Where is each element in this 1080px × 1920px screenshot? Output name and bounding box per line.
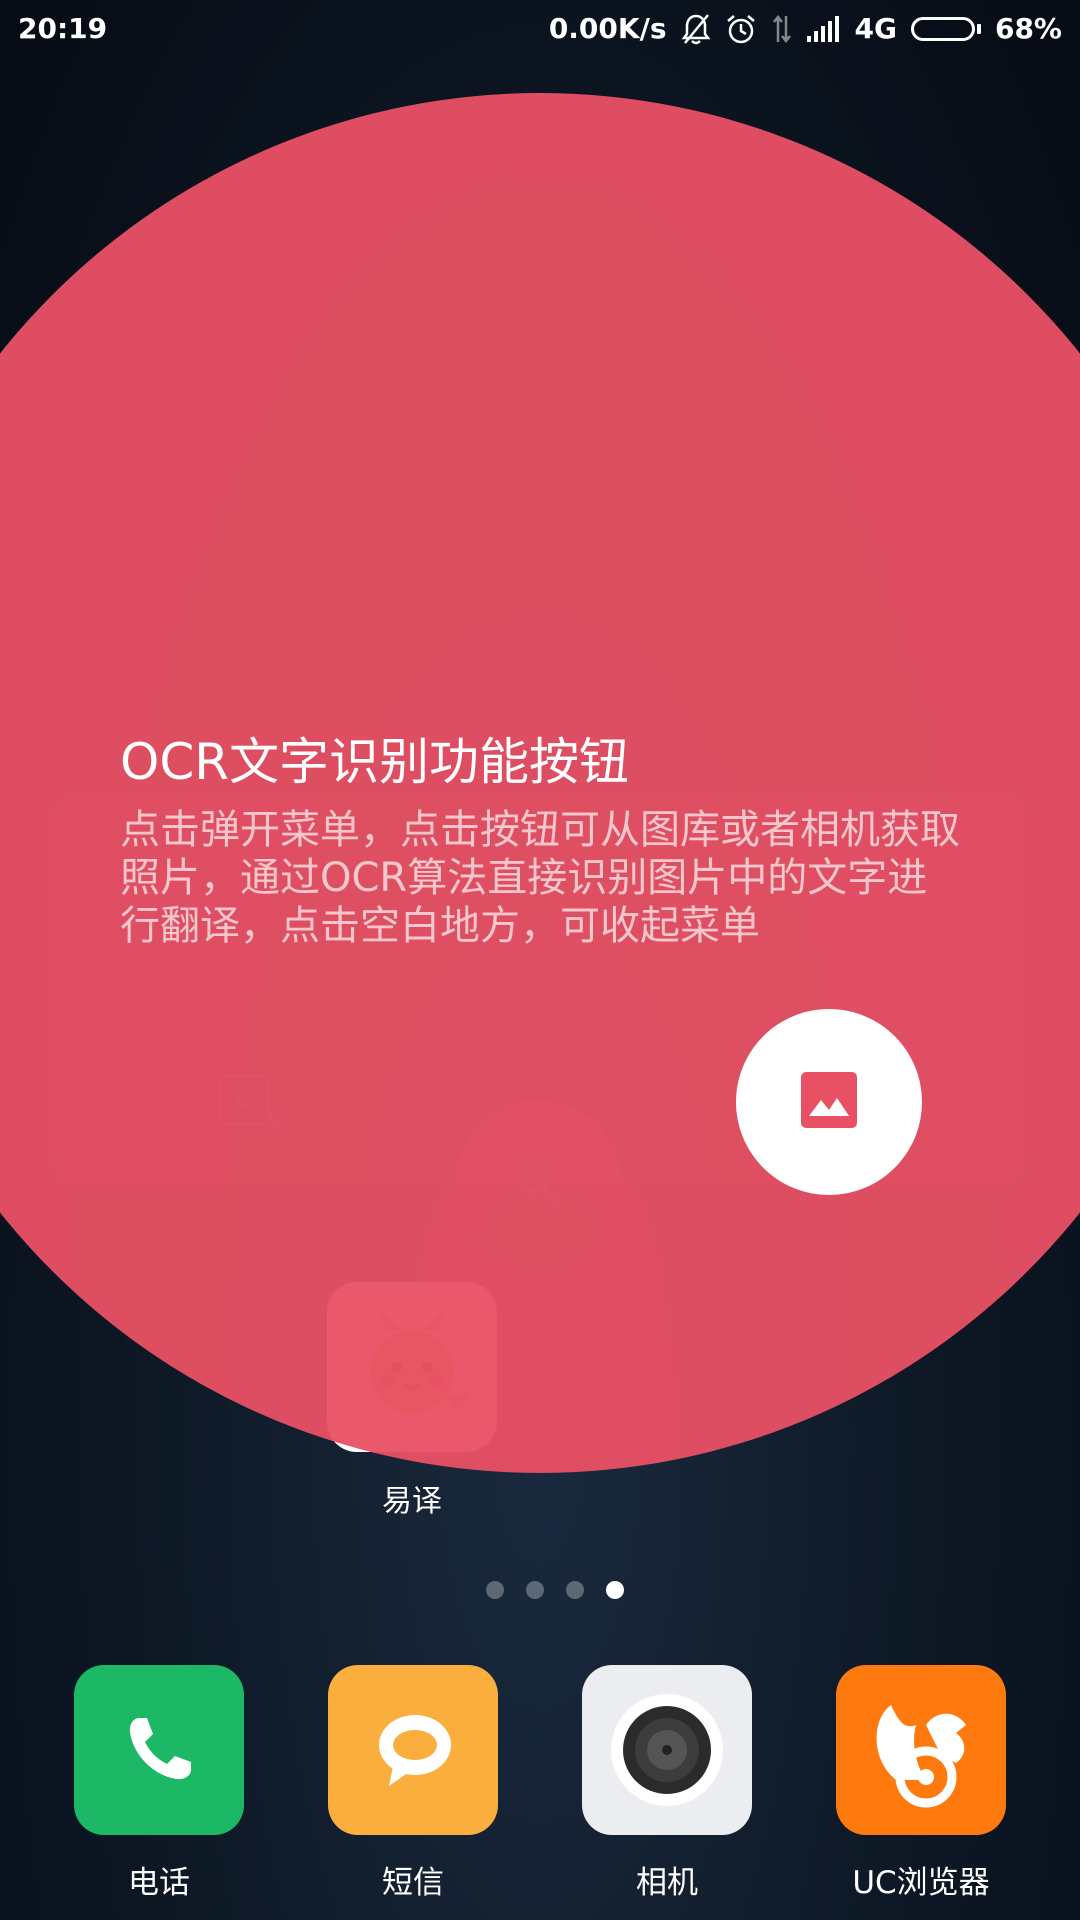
dock-label: 电话 <box>128 1865 190 1901</box>
home-screen: 20:19 0.00K/s 4G 68% A <box>0 0 1080 1920</box>
tutorial-description: 点击弹开菜单，点击按钮可从图库或者相机获取照片，通过OCR算法直接识别图片中的文… <box>120 807 960 949</box>
page-dot[interactable] <box>526 1581 544 1599</box>
status-time: 20:19 <box>18 12 108 45</box>
alarm-icon <box>725 13 757 45</box>
network-type: 4G <box>854 12 897 45</box>
status-right: 0.00K/s 4G 68% <box>549 12 1062 45</box>
dock-label: 相机 <box>636 1865 698 1901</box>
page-dot[interactable] <box>566 1581 584 1599</box>
dock-app-messages[interactable]: 短信 <box>303 1665 523 1902</box>
status-bar: 20:19 0.00K/s 4G 68% <box>0 0 1080 60</box>
uc-squirrel-icon <box>836 1665 1006 1835</box>
camera-icon <box>582 1665 752 1835</box>
data-arrows-icon <box>771 14 793 44</box>
tutorial-title: OCR文字识别功能按钮 <box>120 733 630 791</box>
network-speed: 0.00K/s <box>548 12 667 45</box>
image-icon <box>801 1072 857 1132</box>
dock-app-camera[interactable]: 相机 <box>557 1665 777 1902</box>
dock-app-phone[interactable]: 电话 <box>49 1665 269 1902</box>
home-app-label: 易译 <box>382 1484 442 1519</box>
page-dot-active[interactable] <box>606 1581 624 1599</box>
page-indicator <box>0 1581 1080 1599</box>
dock-label: 短信 <box>382 1865 444 1901</box>
page-dot[interactable] <box>486 1581 504 1599</box>
ocr-image-button[interactable] <box>736 1009 922 1195</box>
message-icon <box>328 1665 498 1835</box>
dock: 电话 短信 相机 UC浏览器 <box>0 1665 1080 1905</box>
battery-icon <box>910 16 981 41</box>
signal-icon <box>806 15 841 42</box>
dock-label: UC浏览器 <box>852 1865 990 1901</box>
dock-app-uc-browser[interactable]: UC浏览器 <box>811 1665 1031 1902</box>
bell-off-icon <box>681 13 711 45</box>
battery-percent: 68% <box>994 12 1062 45</box>
phone-icon <box>74 1665 244 1835</box>
